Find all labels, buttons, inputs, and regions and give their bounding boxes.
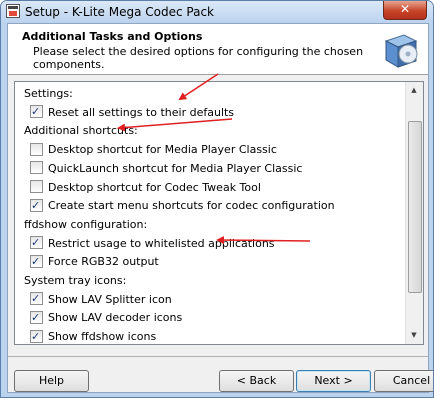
option-label: Force RGB32 output (48, 255, 159, 269)
checklist-option[interactable]: Restrict usage to whitelisted applicatio… (30, 234, 275, 253)
option-checkbox[interactable] (30, 161, 43, 175)
option-label: Show LAV Splitter icon (48, 292, 172, 306)
scroll-up-icon[interactable]: ▲ (408, 84, 420, 96)
setup-app-icon (6, 4, 20, 18)
checklist-option[interactable]: Force RGB32 output (30, 253, 159, 271)
setup-box-icon (384, 34, 418, 68)
window-title: Setup - K-Lite Mega Codec Pack (25, 5, 214, 19)
section-header: System tray icons: (24, 272, 126, 290)
title-bar[interactable]: Setup - K-Lite Mega Codec Pack ✕ (1, 1, 433, 23)
scroll-down-icon[interactable]: ▼ (408, 329, 420, 341)
option-checkbox[interactable] (30, 197, 43, 215)
vertical-scrollbar[interactable]: ▲ ▼ (405, 82, 423, 344)
checklist-option[interactable]: Show ffdshow icons (30, 328, 157, 344)
checklist-option[interactable]: Show LAV decoder icons (30, 309, 182, 327)
page-title: Additional Tasks and Options (22, 30, 203, 43)
checklist-option[interactable]: Show LAV Splitter icon (30, 290, 172, 309)
section-label: System tray icons: (24, 274, 127, 287)
checklist-option[interactable]: Create start menu shortcuts for codec co… (30, 197, 335, 215)
option-label: Show LAV decoder icons (48, 311, 183, 325)
option-label: QuickLaunch shortcut for Media Player Cl… (48, 161, 303, 175)
cancel-button[interactable]: Cancel (374, 370, 433, 392)
setup-window: Setup - K-Lite Mega Codec Pack ✕ Additio… (0, 0, 434, 398)
option-checkbox[interactable] (30, 103, 43, 121)
option-checkbox[interactable] (30, 234, 43, 252)
close-button[interactable]: ✕ (383, 1, 427, 20)
checklist-option[interactable]: Desktop shortcut for Codec Tweak Tool (30, 179, 261, 197)
option-checkbox[interactable] (30, 328, 43, 344)
option-label: Desktop shortcut for Media Player Classi… (48, 143, 277, 157)
scrollbar-thumb[interactable] (408, 120, 422, 293)
option-checkbox[interactable] (30, 180, 43, 193)
option-label: Reset all settings to their defaults (48, 105, 235, 119)
section-header: ffdshow configuration: (24, 216, 147, 234)
option-checkbox[interactable] (30, 309, 43, 327)
footer-divider (8, 356, 428, 357)
page-subtitle: Please select the desired options for co… (33, 45, 364, 71)
wizard-client-area: Additional Tasks and Options Please sele… (7, 23, 433, 393)
option-checkbox[interactable] (30, 290, 43, 308)
checklist-option[interactable]: QuickLaunch shortcut for Media Player Cl… (30, 160, 302, 178)
option-label: Show ffdshow icons (48, 330, 157, 344)
option-checkbox[interactable] (30, 142, 43, 156)
section-label: Settings: (24, 87, 73, 100)
back-button[interactable]: < Back (219, 370, 294, 392)
help-button[interactable]: Help (14, 370, 89, 392)
tasks-checklist[interactable]: Settings: Reset all settings to their def… (14, 81, 424, 345)
checklist-option[interactable]: Reset all settings to their defaults (30, 103, 235, 122)
option-checkbox[interactable] (30, 253, 43, 271)
section-label: ffdshow configuration: (24, 217, 148, 231)
checklist-option[interactable]: Desktop shortcut for Media Player Classi… (30, 141, 277, 159)
next-button[interactable]: Next > (296, 370, 371, 392)
section-header: Settings: (24, 85, 73, 103)
section-label: Additional shortcuts: (24, 124, 138, 138)
option-label: Create start menu shortcuts for codec co… (48, 199, 335, 213)
option-label: Desktop shortcut for Codec Tweak Tool (48, 180, 261, 194)
wizard-header: Additional Tasks and Options Please sele… (8, 24, 428, 75)
section-header: Additional shortcuts: (24, 122, 138, 140)
option-label: Restrict usage to whitelisted applicatio… (48, 236, 275, 250)
